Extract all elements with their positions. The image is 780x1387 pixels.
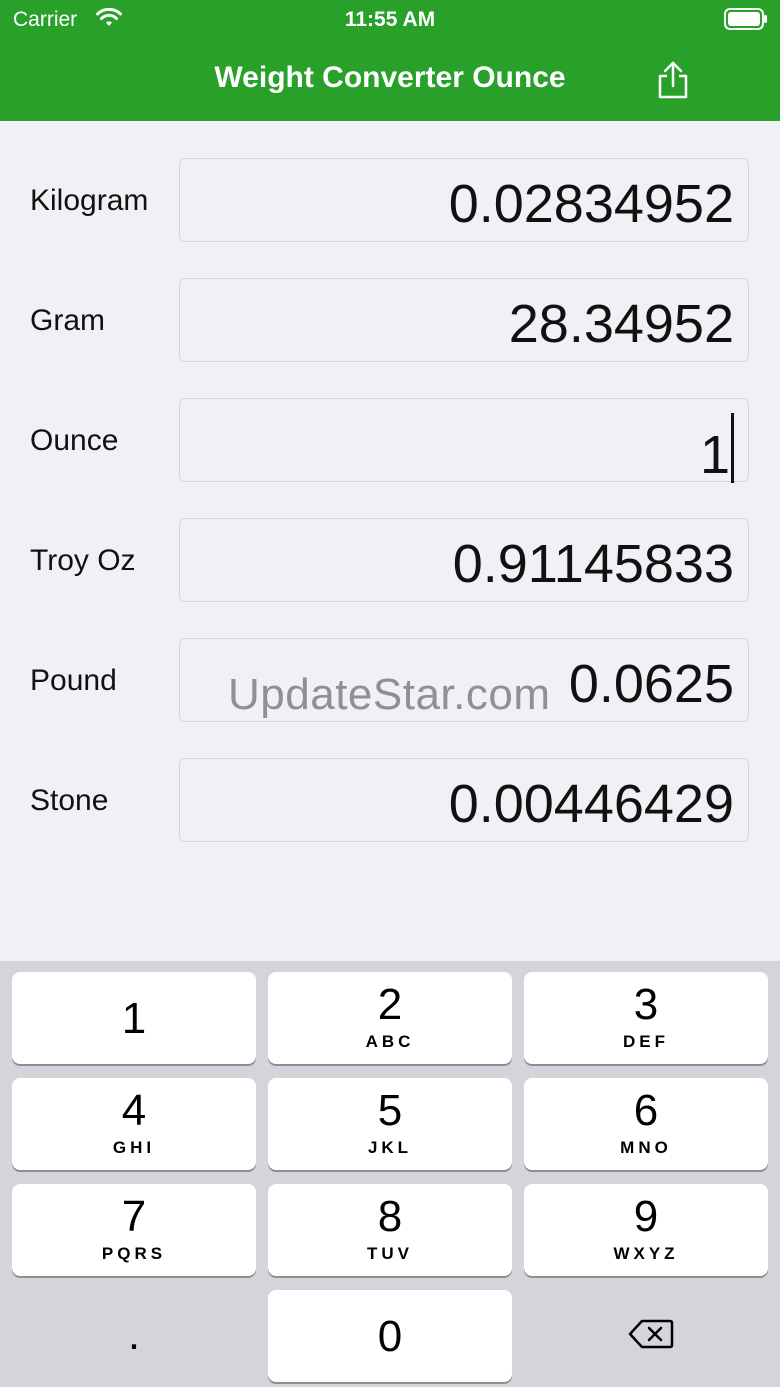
- share-icon[interactable]: [656, 60, 690, 100]
- key-dot-label: .: [127, 1310, 141, 1359]
- stone-label: Stone: [30, 784, 109, 817]
- key-digit: 4: [121, 1086, 147, 1135]
- status-bar: Carrier 11:55 AM: [0, 0, 780, 40]
- key-8[interactable]: 8 TUV: [268, 1184, 512, 1276]
- row-ounce: Ounce 1: [0, 398, 780, 485]
- key-letters: ABC: [365, 1032, 415, 1051]
- pound-label: Pound: [30, 664, 117, 697]
- pound-value: 0.0625: [568, 654, 734, 714]
- ounce-field[interactable]: 1: [179, 398, 749, 485]
- key-digit: 0: [377, 1312, 403, 1361]
- key-digit: 7: [121, 1192, 147, 1241]
- key-digit: 8: [377, 1192, 403, 1241]
- key-1[interactable]: 1: [12, 972, 256, 1064]
- delete-button[interactable]: [524, 1290, 768, 1382]
- key-digit: 1: [121, 994, 147, 1043]
- kilogram-value: 0.02834952: [448, 174, 734, 234]
- key-7[interactable]: 7 PQRS: [12, 1184, 256, 1276]
- key-letters: TUV: [367, 1244, 413, 1263]
- numeric-keyboard: 1 2 ABC 3 DEF 4 GHI 5 JKL 6 MNO 7 PQRS 8…: [0, 961, 780, 1387]
- row-troy-oz: Troy Oz 0.91145833: [0, 518, 780, 604]
- key-3[interactable]: 3 DEF: [524, 972, 768, 1064]
- text-cursor: [731, 413, 734, 483]
- key-letters: MNO: [620, 1138, 672, 1157]
- row-stone: Stone 0.00446429: [0, 758, 780, 844]
- troy-oz-field[interactable]: 0.91145833: [179, 518, 749, 602]
- row-kilogram: Kilogram 0.02834952: [0, 158, 780, 244]
- key-letters: DEF: [623, 1032, 669, 1051]
- stone-field[interactable]: 0.00446429: [179, 758, 749, 842]
- key-0[interactable]: 0: [268, 1290, 512, 1382]
- key-digit: 2: [377, 980, 403, 1029]
- key-letters: JKL: [367, 1138, 413, 1157]
- status-time: 11:55 AM: [344, 8, 436, 31]
- ounce-value: 1: [699, 425, 730, 485]
- troy-oz-value: 0.91145833: [452, 534, 734, 594]
- gram-value: 28.34952: [508, 294, 734, 354]
- battery-icon: [724, 8, 767, 30]
- key-6[interactable]: 6 MNO: [524, 1078, 768, 1170]
- backspace-icon: [628, 1318, 674, 1355]
- troy-oz-label: Troy Oz: [30, 544, 136, 577]
- navigation-bar: Weight Converter Ounce: [0, 40, 780, 121]
- ounce-label: Ounce: [30, 424, 119, 457]
- key-letters: WXYZ: [613, 1244, 679, 1263]
- gram-field[interactable]: 28.34952: [179, 278, 749, 362]
- key-decimal[interactable]: .: [12, 1290, 256, 1382]
- key-2[interactable]: 2 ABC: [268, 972, 512, 1064]
- watermark: UpdateStar.com: [228, 670, 551, 719]
- kilogram-field[interactable]: 0.02834952: [179, 158, 749, 242]
- ounce-value-wrap: 1: [700, 413, 734, 486]
- key-5[interactable]: 5 JKL: [268, 1078, 512, 1170]
- kilogram-label: Kilogram: [30, 184, 149, 217]
- key-digit: 5: [377, 1086, 403, 1135]
- row-gram: Gram 28.34952: [0, 278, 780, 364]
- gram-label: Gram: [30, 304, 105, 337]
- key-digit: 6: [633, 1086, 659, 1135]
- key-digit: 9: [633, 1192, 659, 1241]
- stone-value: 0.00446429: [448, 774, 734, 834]
- key-digit: 3: [633, 980, 659, 1029]
- key-9[interactable]: 9 WXYZ: [524, 1184, 768, 1276]
- key-4[interactable]: 4 GHI: [12, 1078, 256, 1170]
- key-letters: PQRS: [101, 1244, 167, 1263]
- key-letters: GHI: [112, 1138, 156, 1157]
